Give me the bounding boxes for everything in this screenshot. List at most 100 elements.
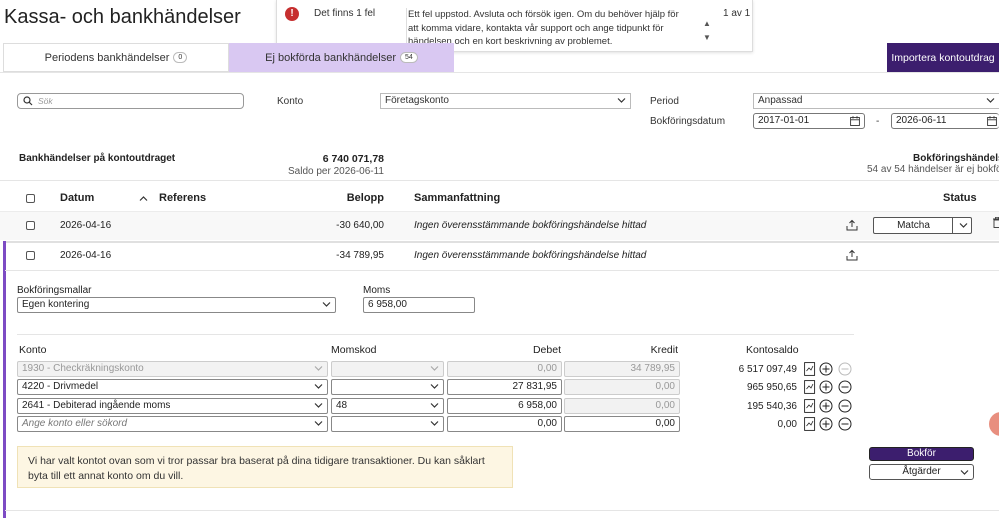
chevron-down-icon — [322, 302, 331, 307]
debet-input[interactable]: 6 958,00 — [447, 398, 562, 414]
summary-right-label: Bokföringshändelser — [913, 153, 999, 164]
line-action-icons[interactable] — [804, 362, 840, 376]
date-to-input[interactable]: 2026-06-11 — [891, 113, 999, 129]
column-belopp[interactable]: Belopp — [324, 192, 384, 204]
moms-label: Moms — [363, 285, 391, 296]
divider — [17, 334, 854, 335]
kontosaldo-value: 965 950,65 — [746, 382, 797, 393]
select-all-checkbox[interactable] — [26, 194, 35, 203]
kredit-input: 0,00 — [564, 379, 680, 395]
error-scroll-arrows[interactable]: ▲ ▼ — [703, 19, 711, 43]
suggestion-info-box: Vi har valt kontot ovan som vi tror pass… — [17, 446, 513, 488]
divider — [0, 180, 999, 181]
line-action-icons[interactable] — [804, 380, 854, 394]
atgarder-button[interactable]: Åtgärder — [869, 464, 974, 480]
date-separator: - — [876, 116, 880, 127]
momskod-value: 48 — [336, 400, 348, 411]
date-from-input[interactable]: 2017-01-01 — [753, 113, 865, 129]
row-belopp: -34 789,95 — [336, 250, 384, 261]
column-debet: Debet — [532, 344, 561, 356]
row-checkbox[interactable] — [26, 221, 35, 230]
matcha-select[interactable]: Matcha — [873, 217, 972, 234]
summary-right-sub: 54 av 54 händelser är ej bokförd — [867, 164, 999, 175]
momskod-select — [331, 361, 444, 377]
tab-count-badge: 0 — [173, 52, 188, 63]
konto-select[interactable]: Företagskonto — [380, 93, 631, 109]
upload-icon[interactable] — [846, 219, 858, 231]
chevron-down-icon — [314, 403, 323, 408]
kontosaldo-value: 6 517 097,49 — [738, 364, 797, 375]
sort-up-icon[interactable] — [139, 195, 148, 202]
divider — [5, 510, 999, 511]
calendar-icon[interactable] — [850, 116, 860, 126]
bokfor-button[interactable]: Bokför — [869, 447, 974, 461]
divider — [952, 218, 953, 233]
konto-value: 2641 - Debiterad ingående moms — [22, 400, 171, 411]
column-referens[interactable]: Referens — [159, 192, 206, 204]
chevron-down-icon — [314, 366, 323, 371]
summary-saldo: Saldo per 2026-06-11 — [288, 166, 384, 177]
konto-select[interactable]: 4220 - Drivmedel — [17, 379, 328, 395]
debet-input[interactable]: 0,00 — [447, 416, 562, 432]
bokforingsmallar-value: Egen kontering — [22, 299, 90, 310]
column-status: Status — [943, 192, 977, 204]
momskod-select[interactable] — [331, 379, 444, 395]
date-to-value: 2026-06-11 — [896, 115, 947, 126]
trash-icon[interactable] — [993, 217, 999, 228]
remove-circle-icon — [838, 362, 852, 376]
matcha-value: Matcha — [897, 220, 930, 231]
row-datum: 2026-04-16 — [60, 220, 112, 231]
arrow-up-icon[interactable]: ▲ — [703, 19, 711, 29]
chevron-down-icon — [314, 421, 323, 426]
selected-row-indicator — [3, 241, 6, 518]
chevron-down-icon — [430, 403, 439, 408]
summary-left-label: Bankhändelser på kontoutdraget — [19, 153, 176, 164]
search-input[interactable]: Sök — [17, 93, 244, 109]
chevron-down-icon — [430, 421, 439, 426]
momskod-select[interactable] — [331, 416, 444, 432]
tab-label: Ej bokförda bankhändelser — [265, 51, 397, 64]
import-kontoutdrag-button[interactable]: Importera kontoutdrag — [887, 43, 999, 72]
column-kredit: Kredit — [650, 344, 678, 356]
error-icon: ! — [285, 7, 299, 21]
upload-icon[interactable] — [846, 249, 858, 261]
error-title: Det finns 1 fel — [314, 8, 376, 19]
help-bubble[interactable] — [989, 412, 999, 436]
kredit-input: 0,00 — [564, 398, 680, 414]
column-konto: Konto — [19, 344, 47, 356]
tab-ej-bokforda-bankhandelser[interactable]: Ej bokförda bankhändelser 54 — [229, 43, 454, 72]
row-checkbox[interactable] — [26, 251, 35, 260]
konto-input[interactable]: Ange konto eller sökord — [17, 416, 328, 432]
konto-value: 1930 - Checkräkningskonto — [22, 363, 144, 374]
bokforingsmallar-label: Bokföringsmallar — [17, 285, 92, 296]
row-sammanfattning: Ingen överensstämmande bokföringshändels… — [414, 220, 647, 231]
konto-select[interactable]: 2641 - Debiterad ingående moms — [17, 398, 328, 414]
konto-select-value: Företagskonto — [385, 95, 449, 106]
debet-input[interactable]: 27 831,95 — [447, 379, 562, 395]
calendar-icon[interactable] — [987, 116, 997, 126]
column-datum[interactable]: Datum — [60, 192, 94, 204]
page-title: Kassa- och bankhändelser — [4, 6, 241, 28]
kontosaldo-value: 195 540,36 — [746, 401, 797, 412]
kredit-input: 34 789,95 — [564, 361, 680, 377]
period-select[interactable]: Anpassad — [753, 93, 999, 109]
search-icon — [23, 96, 33, 106]
period-select-value: Anpassad — [758, 95, 803, 106]
line-action-icons[interactable] — [804, 399, 854, 413]
konto-select: 1930 - Checkräkningskonto — [17, 361, 328, 377]
divider — [5, 270, 999, 271]
momskod-select[interactable]: 48 — [331, 398, 444, 414]
chevron-down-icon — [959, 223, 968, 228]
konto-label: Konto — [277, 96, 304, 107]
row-sammanfattning: Ingen överensstämmande bokföringshändels… — [414, 250, 647, 261]
row-datum: 2026-04-16 — [60, 250, 112, 261]
tab-periodens-bankhandelser[interactable]: Periodens bankhändelser 0 — [3, 43, 229, 72]
date-from-value: 2017-01-01 — [758, 115, 810, 126]
kredit-input[interactable]: 0,00 — [564, 416, 680, 432]
konto-value: 4220 - Drivmedel — [22, 381, 99, 392]
bokforingsmallar-select[interactable]: Egen kontering — [17, 297, 336, 313]
line-action-icons[interactable] — [804, 417, 854, 431]
moms-input[interactable]: 6 958,00 — [363, 297, 475, 313]
arrow-down-icon[interactable]: ▼ — [703, 33, 711, 43]
debet-input: 0,00 — [447, 361, 562, 377]
